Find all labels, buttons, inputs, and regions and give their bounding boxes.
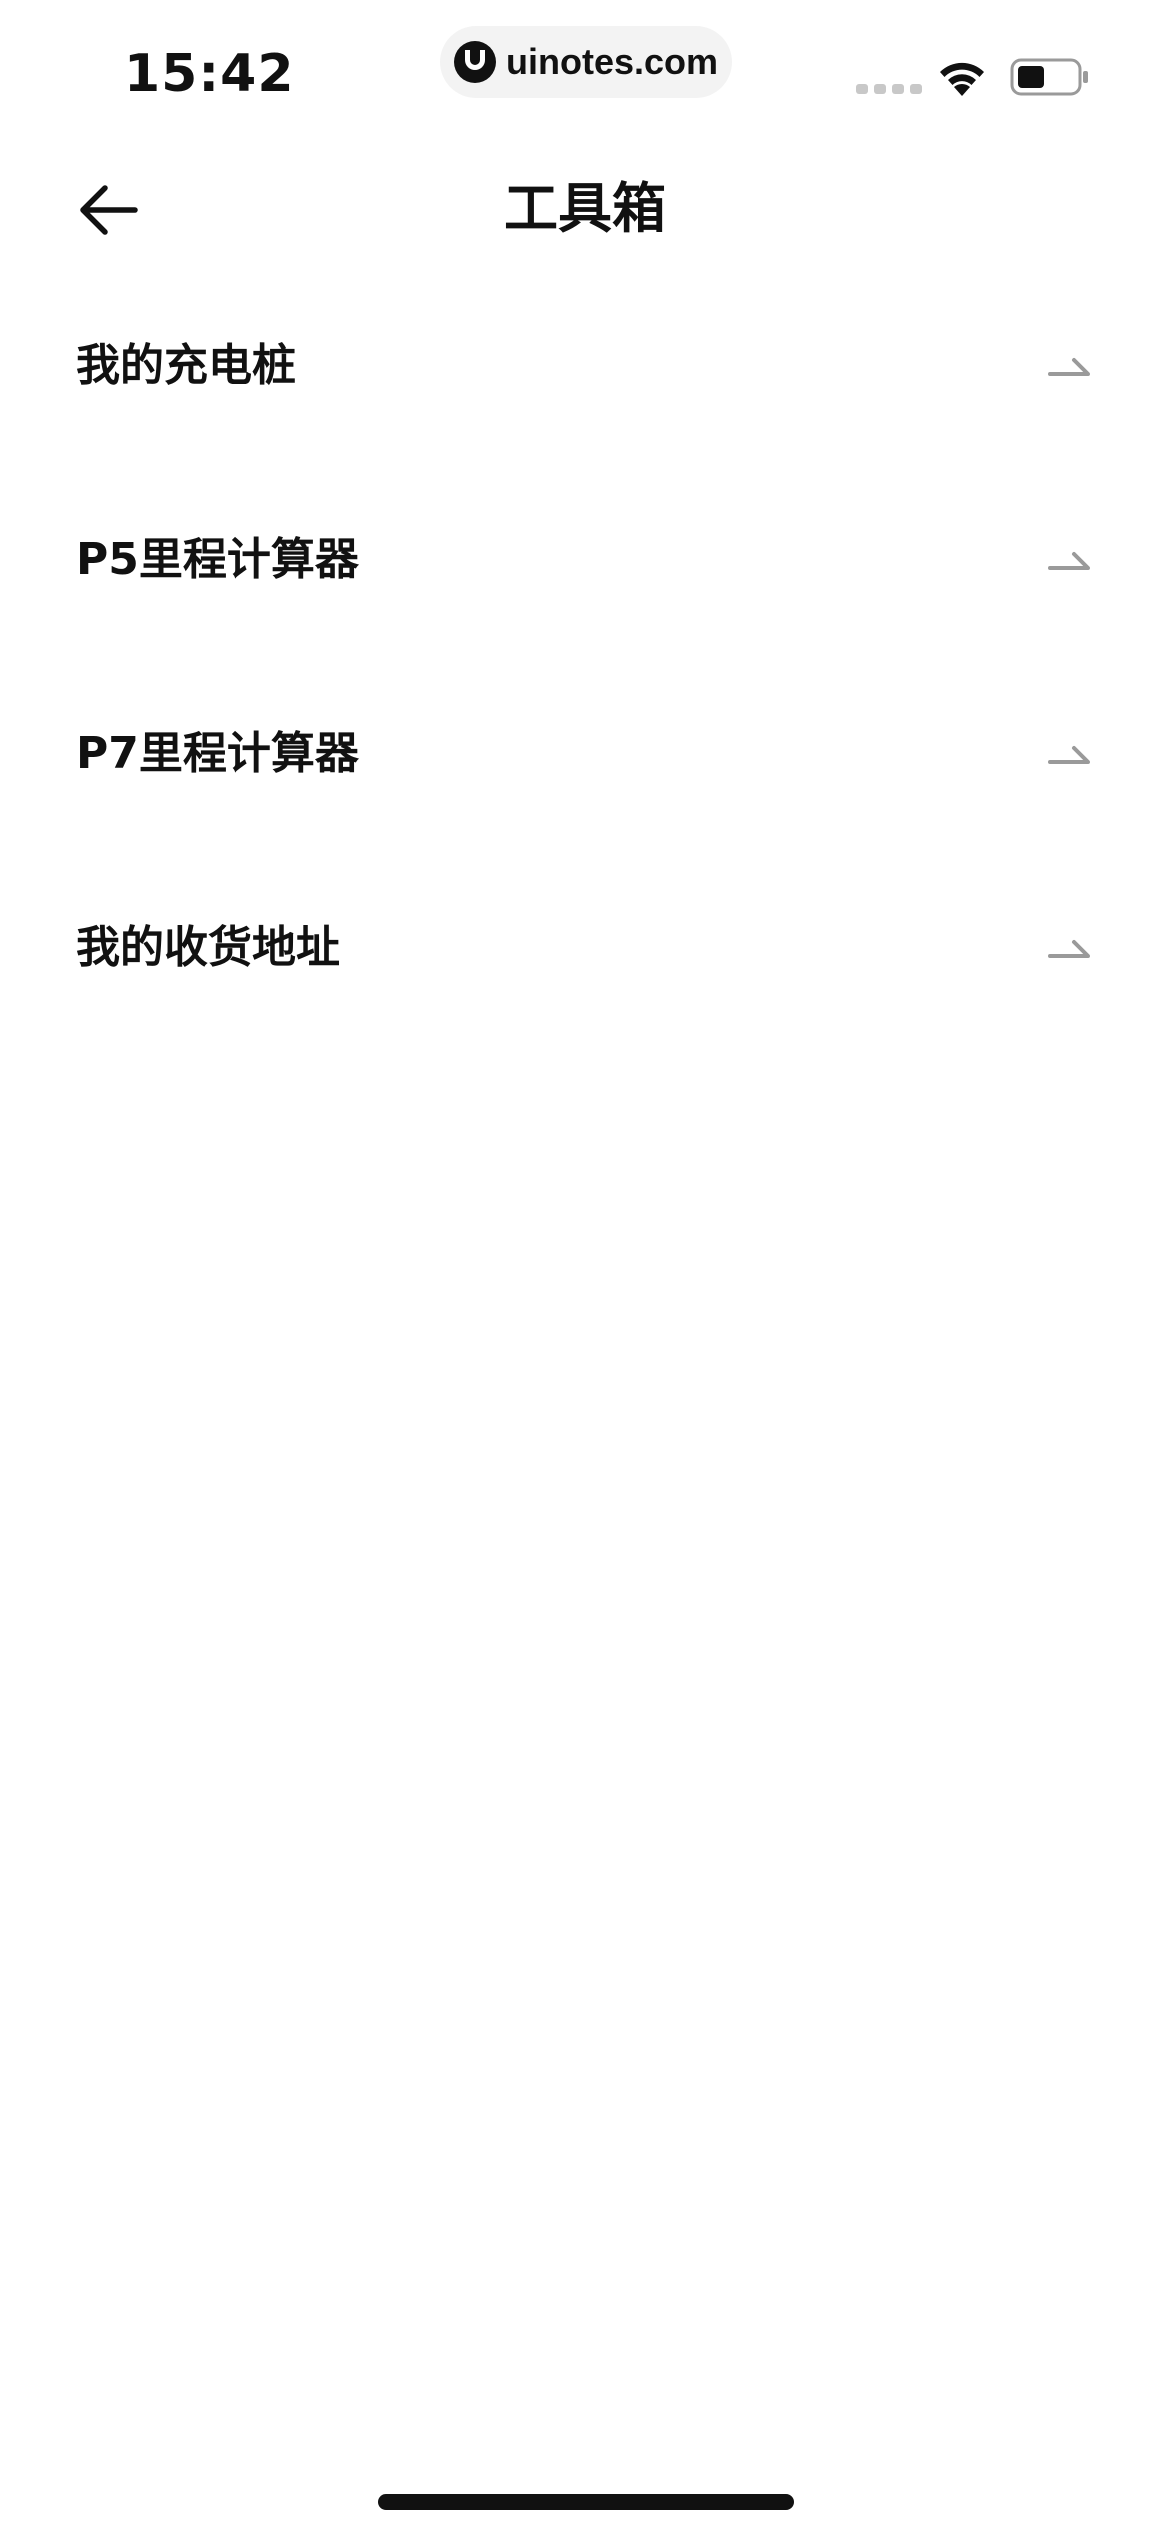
battery-icon: [1010, 58, 1088, 96]
tool-menu-list: 我的充电桩 P5里程计算器 P7里程计算器 我的收货地址: [0, 274, 1170, 1050]
home-indicator[interactable]: [378, 2494, 794, 2510]
back-button[interactable]: [66, 174, 150, 246]
menu-item-p7-mileage-calculator[interactable]: P7里程计算器: [0, 662, 1170, 856]
status-bar: 15:42 uinotes.com: [0, 0, 1170, 140]
watermark-text: uinotes.com: [506, 41, 719, 82]
chevron-right-icon: [1048, 746, 1090, 764]
menu-item-label: P7里程计算器: [76, 728, 359, 779]
menu-item-label: 我的充电桩: [76, 340, 296, 391]
page-title: 工具箱: [504, 177, 666, 240]
chevron-right-icon: [1048, 552, 1090, 570]
menu-item-p5-mileage-calculator[interactable]: P5里程计算器: [0, 468, 1170, 662]
signal-dots-icon: [856, 84, 922, 94]
watermark-badge: uinotes.com: [440, 26, 732, 98]
menu-item-my-charger[interactable]: 我的充电桩: [0, 274, 1170, 468]
chevron-right-icon: [1048, 358, 1090, 376]
menu-item-label: 我的收货地址: [76, 922, 340, 973]
chevron-right-icon: [1048, 940, 1090, 958]
menu-item-label: P5里程计算器: [76, 534, 359, 585]
uinotes-logo-icon: [454, 41, 496, 83]
nav-bar: 工具箱: [0, 150, 1170, 270]
arrow-left-icon: [80, 185, 138, 235]
status-time: 15:42: [124, 44, 295, 104]
wifi-icon: [940, 62, 984, 96]
menu-item-shipping-address[interactable]: 我的收货地址: [0, 856, 1170, 1050]
